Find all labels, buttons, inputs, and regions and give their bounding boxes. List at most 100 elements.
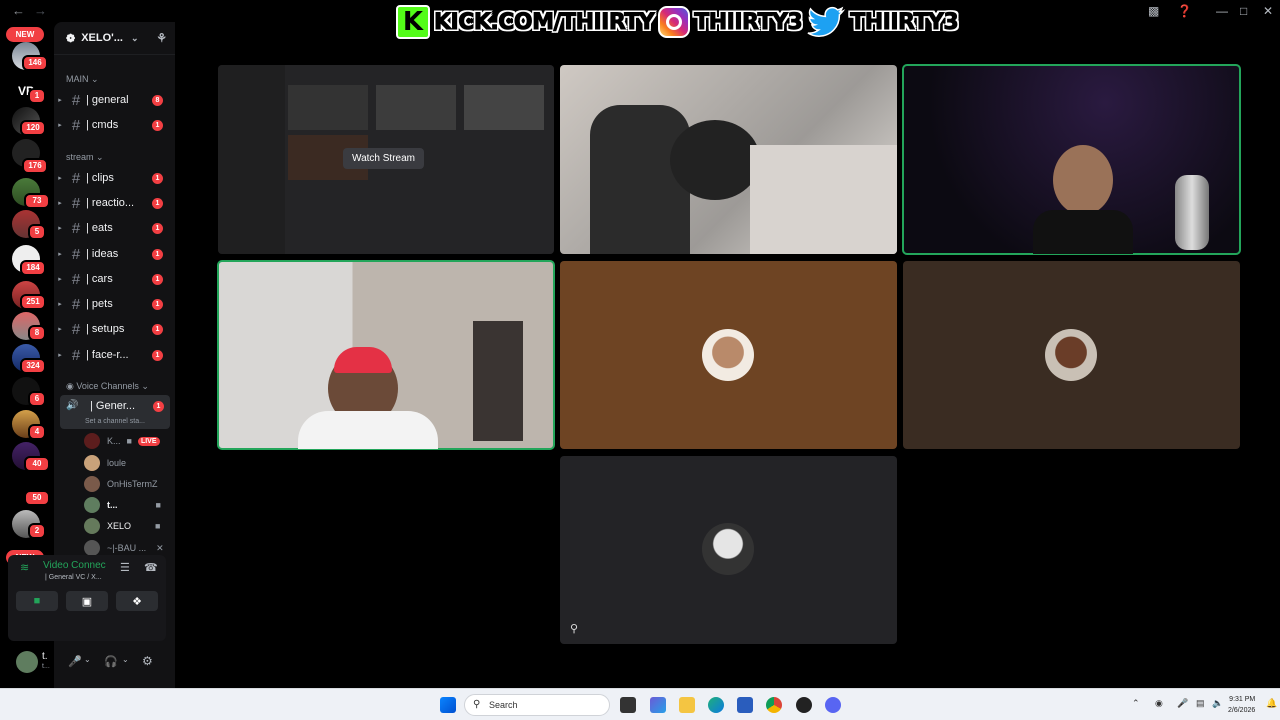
participant-video-tile[interactable] xyxy=(902,64,1241,255)
muted-mic-icon: ⚲ xyxy=(570,623,579,635)
network-icon[interactable]: ▤ xyxy=(1196,698,1205,709)
minimize-icon[interactable]: — xyxy=(1216,4,1228,18)
category-main[interactable]: MAIN ⌄ xyxy=(66,74,99,85)
chevron-down-icon: ⌄ xyxy=(130,32,139,43)
channel-cars[interactable]: ▸ # | cars 1 xyxy=(54,268,175,290)
mention-badge: 50 xyxy=(24,490,50,506)
bed-sheets xyxy=(750,145,897,254)
category-stream[interactable]: stream ⌄ xyxy=(66,152,104,163)
category-voice[interactable]: ◉ Voice Channels ⌄ xyxy=(66,381,149,392)
avatar xyxy=(702,523,754,575)
search-box[interactable]: ⚲ Search xyxy=(464,694,610,716)
notification-bell-icon[interactable]: 🔔 xyxy=(1266,698,1277,709)
channel-clips[interactable]: ▸ # | clips 1 xyxy=(54,167,175,189)
connection-channel[interactable]: | General VC / X... xyxy=(45,574,102,581)
activities-button[interactable]: ❖ xyxy=(116,591,158,611)
server-header[interactable]: ❁ XELO'... ⌄ ⚘ xyxy=(54,22,175,55)
microphone-tray-icon[interactable]: 🎤 xyxy=(1177,698,1188,709)
user-status: t... xyxy=(42,663,50,670)
microphone-icon[interactable]: 🎤 xyxy=(68,655,82,668)
voice-member[interactable]: K... ■ LIVE xyxy=(84,431,160,451)
hashtag-icon: # xyxy=(71,270,81,288)
twitter-bird-icon xyxy=(807,6,846,37)
mention-badge: 120 xyxy=(20,120,46,136)
channel-setups[interactable]: ▸ # | setups 1 xyxy=(54,318,175,340)
store-icon[interactable] xyxy=(737,697,753,713)
participant-video-tile[interactable] xyxy=(560,65,897,254)
participant-avatar-tile[interactable] xyxy=(903,261,1240,449)
close-icon[interactable]: ✕ xyxy=(1263,4,1273,18)
mention-badge: 184 xyxy=(20,260,46,276)
camera-icon: ■ xyxy=(155,521,161,531)
avatar[interactable] xyxy=(16,651,38,673)
edge-icon[interactable] xyxy=(708,697,724,713)
volume-icon[interactable]: 🔈 xyxy=(1212,698,1223,709)
participant-video-tile[interactable] xyxy=(217,260,555,450)
participant-avatar-tile[interactable] xyxy=(560,261,897,449)
forward-arrow-icon[interactable]: → xyxy=(34,3,47,18)
person-face xyxy=(1053,145,1113,215)
channel-face-reveal[interactable]: ▸ # | face-r... 1 xyxy=(54,344,175,366)
mention-badge: 176 xyxy=(22,158,48,174)
kick-handle: KICK.COM/THIIRTY xyxy=(433,9,655,35)
help-icon[interactable]: ❓ xyxy=(1177,4,1192,18)
hashtag-icon: # xyxy=(71,320,81,338)
maximize-icon[interactable]: □ xyxy=(1240,4,1247,18)
avatar xyxy=(1045,329,1097,381)
hashtag-icon: # xyxy=(71,295,81,313)
noise-suppression-icon[interactable]: ☰ xyxy=(120,561,130,574)
mention-badge: 73 xyxy=(24,193,50,209)
mention-badge: 1 xyxy=(28,88,46,104)
username[interactable]: t. xyxy=(42,651,48,662)
file-explorer-icon[interactable] xyxy=(679,697,695,713)
start-icon[interactable] xyxy=(440,697,456,713)
channel-reactions[interactable]: ▸ # | reactio... 1 xyxy=(54,192,175,214)
server-boost-icon: ❁ xyxy=(66,32,76,45)
signal-icon: ≋ xyxy=(20,562,30,574)
hashtag-icon: # xyxy=(71,194,81,212)
voice-member[interactable]: t... ■ xyxy=(84,495,161,515)
channel-pets[interactable]: ▸ # | pets 1 xyxy=(54,293,175,315)
channel-cmds[interactable]: ▸ # | cmds 1 xyxy=(54,114,175,136)
channel-status-input[interactable]: Set a channel sta... xyxy=(85,418,145,425)
instagram-logo-icon xyxy=(658,6,691,38)
screen-share-icon[interactable]: ▩ xyxy=(1148,4,1159,18)
obs-icon[interactable] xyxy=(796,697,812,713)
connection-status[interactable]: Video Connec xyxy=(43,560,106,571)
screen-share-button[interactable]: ▣ xyxy=(66,591,108,611)
voice-channel-general[interactable]: 🔊 | Gener... 1 Set a channel sta... xyxy=(60,395,170,429)
participant-avatar-tile[interactable]: ⚲ xyxy=(560,456,897,644)
voice-member[interactable]: XELO ■ xyxy=(84,516,160,536)
chrome-icon[interactable] xyxy=(766,697,782,713)
watch-stream-button[interactable]: Watch Stream xyxy=(343,148,424,169)
channel-ideas[interactable]: ▸ # | ideas 1 xyxy=(54,243,175,265)
microphone xyxy=(1175,175,1209,250)
back-arrow-icon[interactable]: ← xyxy=(12,3,25,18)
mention-badge: 4 xyxy=(28,424,46,440)
twitter-handle: THIIRTY3 xyxy=(850,9,960,35)
unread-count: 1 xyxy=(153,401,164,412)
shoe-rack xyxy=(473,321,523,441)
stream-preview-thumb xyxy=(376,85,456,130)
disconnect-icon[interactable]: ☎ xyxy=(144,561,158,574)
headphones-icon[interactable]: 🎧 xyxy=(104,655,118,668)
discord-window: ← → ▩ ❓ — □ ✕ K KICK.COM/THIIRTY THIIRTY… xyxy=(0,0,1280,720)
channel-eats[interactable]: ▸ # | eats 1 xyxy=(54,217,175,239)
settings-gear-icon[interactable]: ⚙ xyxy=(142,654,153,668)
search-icon: ⚲ xyxy=(473,699,481,710)
chevron-down-icon[interactable]: ⌄ xyxy=(84,655,91,664)
teams-icon[interactable] xyxy=(650,697,666,713)
chevron-up-icon[interactable]: ⌃ xyxy=(1132,698,1140,709)
voice-member[interactable]: OnHisTermZ xyxy=(84,474,158,494)
discord-icon[interactable] xyxy=(825,697,841,713)
task-view-icon[interactable] xyxy=(620,697,636,713)
chevron-down-icon[interactable]: ⌄ xyxy=(122,655,129,664)
voice-member[interactable]: loule xyxy=(84,453,126,473)
channel-general[interactable]: ▸ # | general 8 xyxy=(54,89,175,111)
add-user-icon[interactable]: ⚘ xyxy=(156,31,167,45)
tray-app-icon[interactable]: ◉ xyxy=(1155,698,1163,709)
stream-tile[interactable]: Watch Stream xyxy=(218,65,554,254)
server-name: XELO'... xyxy=(81,32,123,44)
camera-button[interactable]: ■ xyxy=(16,591,58,611)
system-clock[interactable]: 9:31 PM 2/6/2026 xyxy=(1228,694,1255,716)
